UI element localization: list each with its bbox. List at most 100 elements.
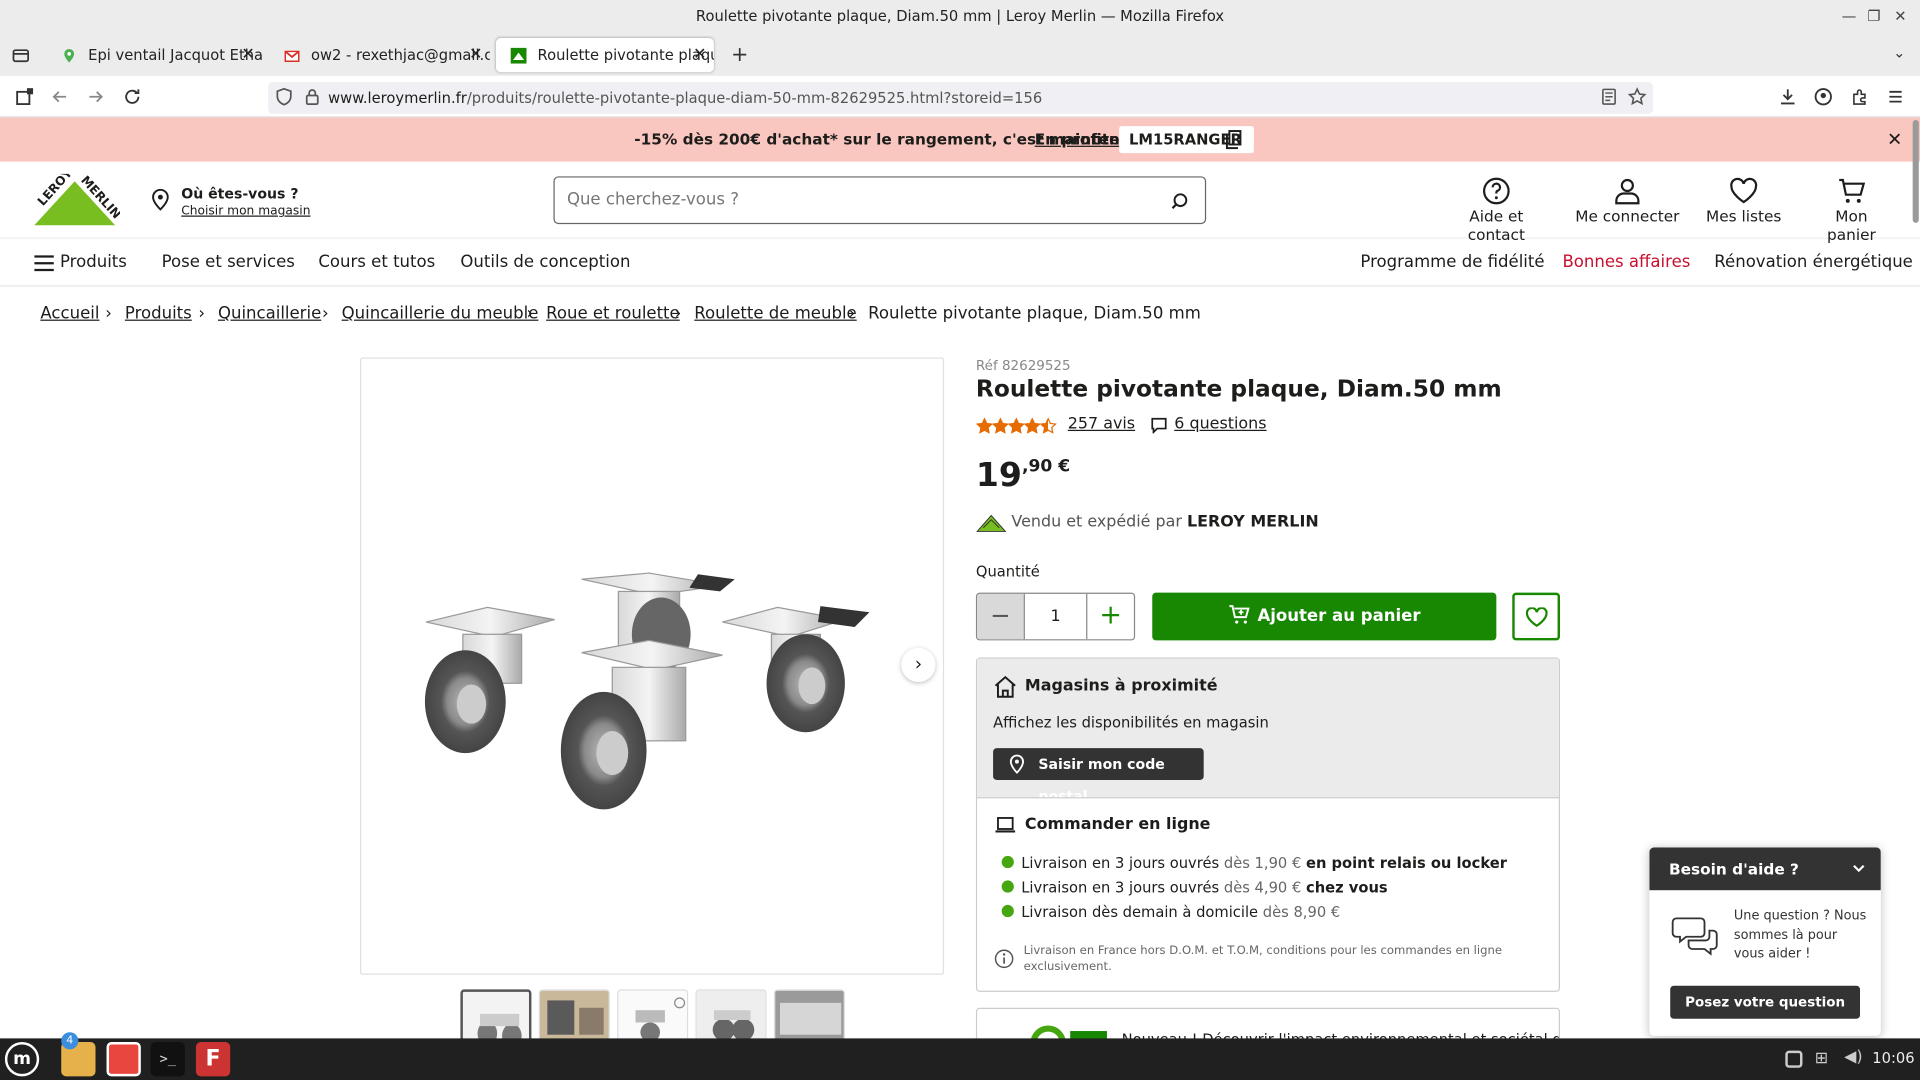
- url-path: /produits/roulette-pivotante-plaque-diam…: [466, 89, 1043, 107]
- shield-icon[interactable]: [274, 87, 294, 107]
- firefox-taskbar-icon[interactable]: [106, 1042, 141, 1077]
- nav-services[interactable]: Pose et services: [162, 240, 295, 285]
- chevron-right-icon: ›: [105, 303, 112, 324]
- info-icon: [994, 949, 1014, 969]
- map-pin-favicon-icon: [64, 48, 75, 63]
- thumbnail-2[interactable]: [538, 989, 610, 1044]
- sidebar-icon[interactable]: [15, 87, 35, 107]
- tab-epi-ventail[interactable]: Epi ventail Jacquot Ethan - A ✕: [47, 38, 262, 72]
- shield-tray-icon[interactable]: [1785, 1050, 1803, 1068]
- add-to-cart-label: Ajouter au panier: [1257, 606, 1421, 626]
- questions-link[interactable]: 6 questions: [1174, 415, 1266, 433]
- nav-energy-renovation[interactable]: Rénovation énergétique: [1714, 240, 1913, 285]
- extensions-icon[interactable]: [1850, 87, 1870, 107]
- help-widget-title: Besoin d'aide ?: [1668, 859, 1799, 878]
- close-tab-icon[interactable]: ✕: [241, 38, 254, 72]
- forward-icon[interactable]: [86, 87, 106, 107]
- file-manager-icon[interactable]: 4: [61, 1032, 96, 1077]
- back-icon[interactable]: [50, 87, 70, 107]
- enter-postcode-button[interactable]: Saisir mon code postal: [993, 748, 1204, 804]
- search-input[interactable]: Que cherchez-vous ?: [553, 176, 1207, 225]
- product-ref: Réf 82629525: [975, 357, 1071, 374]
- hamburger-icon[interactable]: [34, 255, 54, 272]
- volume-icon[interactable]: ◀): [1844, 1048, 1862, 1066]
- copy-icon[interactable]: [1225, 130, 1243, 150]
- page-scrollbar[interactable]: [1912, 120, 1919, 223]
- nav-loyalty[interactable]: Programme de fidélité: [1360, 240, 1544, 285]
- close-window-icon[interactable]: ✕: [1894, 7, 1906, 24]
- close-tab-icon[interactable]: ✕: [693, 38, 706, 72]
- breadcrumb-products[interactable]: Produits: [125, 301, 192, 325]
- breadcrumb-quincaillerie[interactable]: Quincaillerie: [218, 301, 321, 325]
- nearby-stores-section: Magasins à proximité Affichez les dispon…: [977, 658, 1559, 804]
- reader-view-icon[interactable]: [1599, 87, 1619, 107]
- promo-link[interactable]: En profiter: [1035, 118, 1127, 162]
- decrease-quantity-button[interactable]: −: [977, 593, 1024, 640]
- terminal-icon[interactable]: >_: [150, 1042, 185, 1077]
- my-lists-button[interactable]: Mes listes: [1705, 162, 1783, 238]
- add-to-list-button[interactable]: [1512, 592, 1561, 641]
- online-order-title: Commander en ligne: [1024, 815, 1211, 834]
- promo-banner: -15% dès 200€ d'achat* sur le rangement,…: [0, 117, 1920, 162]
- leroy-merlin-favicon-icon: [510, 47, 527, 64]
- thumbnail-3[interactable]: [617, 989, 689, 1044]
- breadcrumb-furniture-casters[interactable]: Roulette de meuble: [694, 301, 856, 325]
- site-header: LEROY MERLIN Où êtes-vous ? Choisir mon …: [0, 162, 1920, 244]
- promo-code-box[interactable]: LM15RANGER: [1119, 126, 1254, 154]
- choose-store-link[interactable]: Choisir mon magasin: [181, 204, 310, 217]
- minimize-icon[interactable]: —: [1842, 7, 1857, 24]
- ask-question-button[interactable]: Posez votre question: [1670, 985, 1861, 1019]
- delivery-option: Livraison en 3 jours ouvrés dès 1,90 € e…: [1001, 851, 1507, 875]
- account-icon[interactable]: [1813, 87, 1833, 107]
- reload-icon[interactable]: [122, 87, 142, 107]
- tab-label: Roulette pivotante plaque, D: [537, 46, 714, 64]
- tab-leroy-merlin[interactable]: Roulette pivotante plaque, D ✕: [495, 37, 714, 73]
- my-lists-label: Mes listes: [1706, 206, 1782, 226]
- search-icon[interactable]: [1171, 192, 1189, 210]
- close-tab-icon[interactable]: ✕: [469, 38, 482, 72]
- cart-label: Mon panier: [1827, 206, 1876, 244]
- cart-button[interactable]: Mon panier: [1810, 162, 1893, 244]
- nav-tutorials[interactable]: Cours et tutos: [318, 240, 435, 285]
- next-image-button[interactable]: ›: [901, 647, 936, 683]
- heart-icon: [1730, 177, 1758, 204]
- breadcrumb-furniture-hardware[interactable]: Quincaillerie du meuble: [342, 301, 539, 325]
- increase-quantity-button[interactable]: +: [1087, 594, 1134, 639]
- breadcrumb-home[interactable]: Accueil: [40, 301, 99, 325]
- thumbnail-1[interactable]: [460, 989, 532, 1044]
- lock-icon[interactable]: [302, 87, 322, 107]
- downloads-icon[interactable]: [1778, 87, 1798, 107]
- network-icon[interactable]: ⊞: [1815, 1049, 1828, 1067]
- product-gallery: ›: [360, 357, 945, 975]
- menu-icon[interactable]: [1886, 87, 1906, 107]
- filezilla-icon[interactable]: F: [195, 1042, 231, 1077]
- url-bar[interactable]: www.leroymerlin.fr/produits/roulette-piv…: [268, 82, 1654, 114]
- tab-gmail[interactable]: ow2 - rexethjac@gmail.com ✕: [269, 38, 490, 72]
- help-contact-button[interactable]: Aide et contact: [1442, 162, 1550, 244]
- login-button[interactable]: Me connecter: [1575, 162, 1680, 238]
- help-widget-header[interactable]: Besoin d'aide ?: [1649, 847, 1881, 891]
- add-to-cart-button[interactable]: Ajouter au panier: [1152, 592, 1497, 641]
- thumbnail-5[interactable]: [773, 989, 845, 1044]
- chevron-down-icon[interactable]: ⌄: [1893, 44, 1905, 61]
- reviews-link[interactable]: 257 avis: [1068, 415, 1135, 433]
- menu-start-icon[interactable]: m: [4, 1042, 40, 1077]
- quantity-input[interactable]: 1: [1023, 593, 1088, 640]
- tab-list-icon[interactable]: [11, 45, 31, 65]
- breadcrumb-wheels[interactable]: Roue et roulette: [546, 301, 680, 325]
- leroy-merlin-logo[interactable]: LEROY MERLIN: [29, 174, 120, 228]
- nav-design-tools[interactable]: Outils de conception: [460, 240, 630, 285]
- nav-deals[interactable]: Bonnes affaires: [1562, 240, 1690, 285]
- new-tab-icon[interactable]: +: [731, 43, 748, 67]
- nav-products[interactable]: Produits: [60, 240, 127, 285]
- clock[interactable]: 10:06: [1872, 1049, 1914, 1066]
- maximize-icon[interactable]: ❐: [1867, 7, 1880, 24]
- leroy-merlin-seller-icon: [976, 514, 1007, 532]
- thumbnail-4[interactable]: [695, 989, 767, 1044]
- bookmark-star-icon[interactable]: [1627, 87, 1647, 107]
- rating-stars[interactable]: [975, 417, 1057, 435]
- window-title: Roulette pivotante plaque, Diam.50 mm | …: [695, 7, 1225, 25]
- product-image[interactable]: [416, 567, 881, 824]
- close-banner-icon[interactable]: ✕: [1887, 118, 1902, 162]
- chevron-down-icon[interactable]: [1853, 864, 1865, 873]
